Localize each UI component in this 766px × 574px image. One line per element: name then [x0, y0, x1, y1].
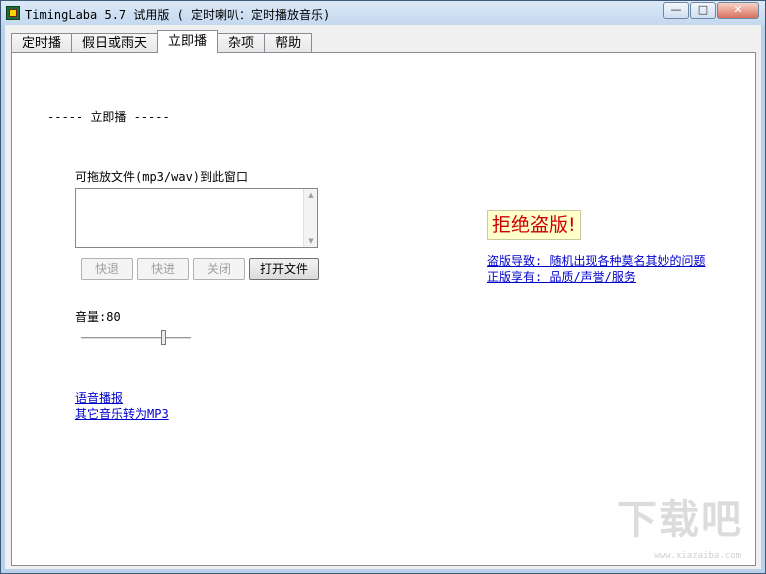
- close-file-button[interactable]: 关闭: [193, 258, 245, 280]
- maximize-button[interactable]: □: [690, 2, 716, 19]
- convert-mp3-link[interactable]: 其它音乐转为MP3: [75, 405, 169, 422]
- tab-help[interactable]: 帮助: [264, 33, 313, 53]
- tab-strip: 定时播 假日或雨天 立即播 杂项 帮助: [11, 30, 313, 53]
- forward-button[interactable]: 快进: [137, 258, 189, 280]
- tab-play-now[interactable]: 立即播: [157, 30, 219, 53]
- open-file-button[interactable]: 打开文件: [249, 258, 319, 280]
- scroll-down-icon[interactable]: ▼: [304, 237, 318, 245]
- section-heading: ----- 立即播 -----: [47, 110, 170, 124]
- drop-box-scrollbar[interactable]: ▲ ▼: [303, 189, 317, 247]
- playback-buttons: 快退 快进 关闭 打开文件: [81, 258, 323, 280]
- drop-label: 可拖放文件(mp3/wav)到此窗口: [75, 170, 249, 184]
- genuine-benefits-link[interactable]: 正版享有: 品质/声誉/服务: [487, 268, 636, 285]
- tab-holiday-rainy[interactable]: 假日或雨天: [71, 33, 159, 53]
- volume-slider-thumb[interactable]: [161, 330, 166, 345]
- watermark-url: www.xiazaiba.com: [654, 551, 741, 561]
- piracy-warning-link[interactable]: 盗版导致: 随机出现各种莫名其妙的问题: [487, 252, 705, 269]
- voice-announce-link[interactable]: 语音播报: [75, 389, 123, 406]
- client-area: 定时播 假日或雨天 立即播 杂项 帮助 ----- 立即播 ----- 可拖放文…: [5, 25, 761, 569]
- volume-label: 音量:80: [75, 310, 121, 324]
- window-title: TimingLaba 5.7 试用版 ( 定时喇叭：定时播放音乐): [25, 8, 331, 22]
- play-now-panel: ----- 立即播 ----- 可拖放文件(mp3/wav)到此窗口 ▲ ▼ 快…: [11, 52, 756, 566]
- file-drop-box[interactable]: ▲ ▼: [75, 188, 318, 248]
- rewind-button[interactable]: 快退: [81, 258, 133, 280]
- app-icon: [6, 6, 20, 20]
- site-watermark: 下载吧: [617, 497, 743, 543]
- app-window: TimingLaba 5.7 试用版 ( 定时喇叭：定时播放音乐) — □ ✕ …: [0, 0, 766, 574]
- anti-piracy-banner: 拒绝盗版!: [487, 210, 581, 240]
- tab-scheduled-play[interactable]: 定时播: [11, 33, 73, 53]
- volume-slider[interactable]: [81, 337, 191, 340]
- window-controls: — □ ✕: [662, 2, 759, 19]
- minimize-button[interactable]: —: [663, 2, 689, 19]
- close-window-button[interactable]: ✕: [717, 2, 759, 19]
- title-bar[interactable]: TimingLaba 5.7 试用版 ( 定时喇叭：定时播放音乐) — □ ✕: [1, 1, 765, 25]
- tab-misc[interactable]: 杂项: [217, 33, 266, 53]
- scroll-up-icon[interactable]: ▲: [304, 191, 318, 199]
